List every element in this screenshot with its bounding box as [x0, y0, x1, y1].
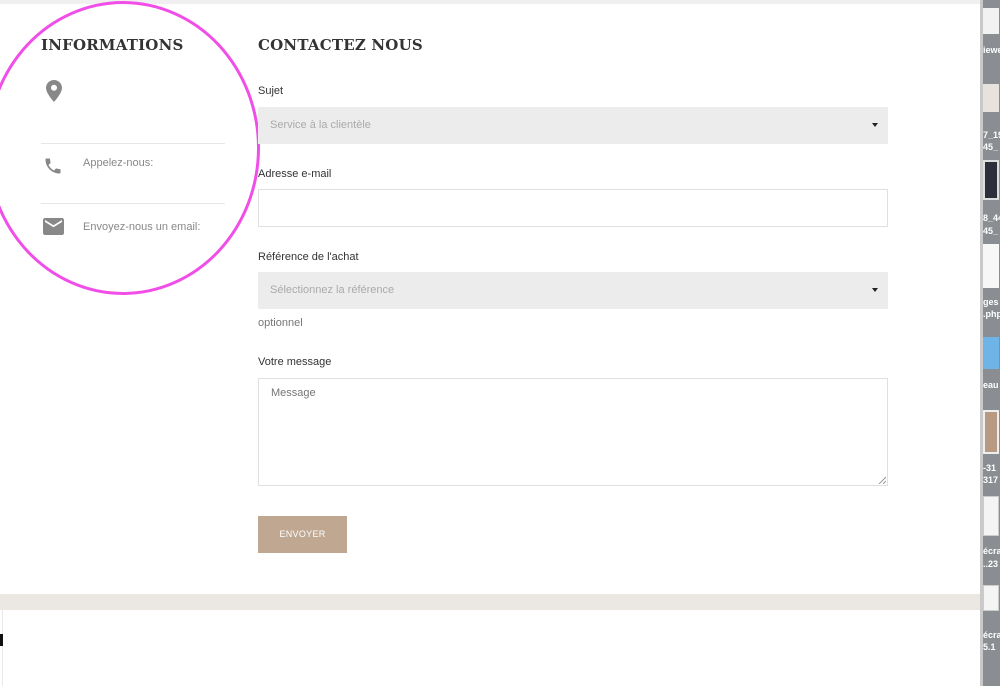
desktop-file-label: écra — [983, 546, 1000, 556]
desktop-file-label: 7_19 — [983, 130, 1000, 140]
desktop-file-thumbnail[interactable] — [983, 496, 999, 536]
caret-down-icon — [872, 123, 878, 127]
desktop-file-thumbnail[interactable] — [983, 585, 999, 611]
desktop-file-label: 8_44 — [983, 213, 1000, 223]
email-label: Envoyez-nous un email: — [83, 221, 201, 233]
info-divider — [41, 203, 225, 204]
contact-title: CONTACTEZ NOUS — [258, 36, 423, 54]
desktop-file-label: .php — [983, 309, 1000, 319]
desktop-file-label: iewe — [983, 45, 1000, 55]
subject-select[interactable]: Service à la clientèle — [258, 107, 888, 144]
top-strip — [0, 0, 980, 4]
desktop-file-label: écra — [983, 630, 1000, 640]
desktop-file-thumbnail[interactable] — [983, 244, 999, 288]
desktop-file-thumbnail[interactable] — [983, 84, 999, 112]
email-field-label: Adresse e-mail — [258, 168, 332, 180]
desktop-file-label: eau — [983, 380, 999, 390]
desktop-file-label: 5.1 — [983, 642, 996, 652]
optional-hint: optionnel — [258, 317, 303, 329]
subject-label: Sujet — [258, 85, 284, 97]
reference-select[interactable]: Sélectionnez la référence — [258, 272, 888, 309]
info-divider — [41, 143, 225, 144]
subject-select-value: Service à la clientèle — [270, 119, 371, 131]
caret-down-icon — [872, 288, 878, 292]
desktop-file-label: 317 — [983, 475, 999, 485]
desktop-file-label: 45_ — [983, 226, 999, 236]
desktop-file-label: ..23 — [983, 559, 999, 569]
reference-label: Référence de l'achat — [258, 251, 359, 263]
email-field[interactable] — [258, 189, 888, 227]
footer-band — [0, 594, 980, 610]
mail-icon — [43, 218, 64, 235]
desktop-file-label: ges — [983, 297, 999, 307]
contact-page: INFORMATIONS Appelez-nous: Envoyez-nous … — [0, 0, 980, 686]
location-pin-icon — [46, 80, 62, 102]
desktop-folder-icon[interactable] — [983, 337, 999, 369]
desktop-file-label: 45_ — [983, 142, 999, 152]
submit-button[interactable]: ENVOYER — [258, 516, 347, 553]
phone-label: Appelez-nous: — [83, 157, 154, 169]
desktop-file-thumbnail[interactable] — [983, 160, 999, 200]
phone-icon — [45, 158, 61, 174]
desktop-file-label: -31 — [983, 463, 997, 473]
resize-handle-icon[interactable] — [878, 476, 886, 484]
message-label: Votre message — [258, 356, 332, 368]
info-title: INFORMATIONS — [41, 36, 184, 54]
desktop-file-thumbnail[interactable] — [983, 8, 999, 34]
message-field[interactable] — [258, 378, 888, 486]
desktop-file-thumbnail[interactable] — [983, 410, 999, 454]
footer-card — [2, 610, 978, 686]
reference-select-value: Sélectionnez la référence — [270, 284, 395, 296]
footer-mark — [0, 634, 3, 646]
